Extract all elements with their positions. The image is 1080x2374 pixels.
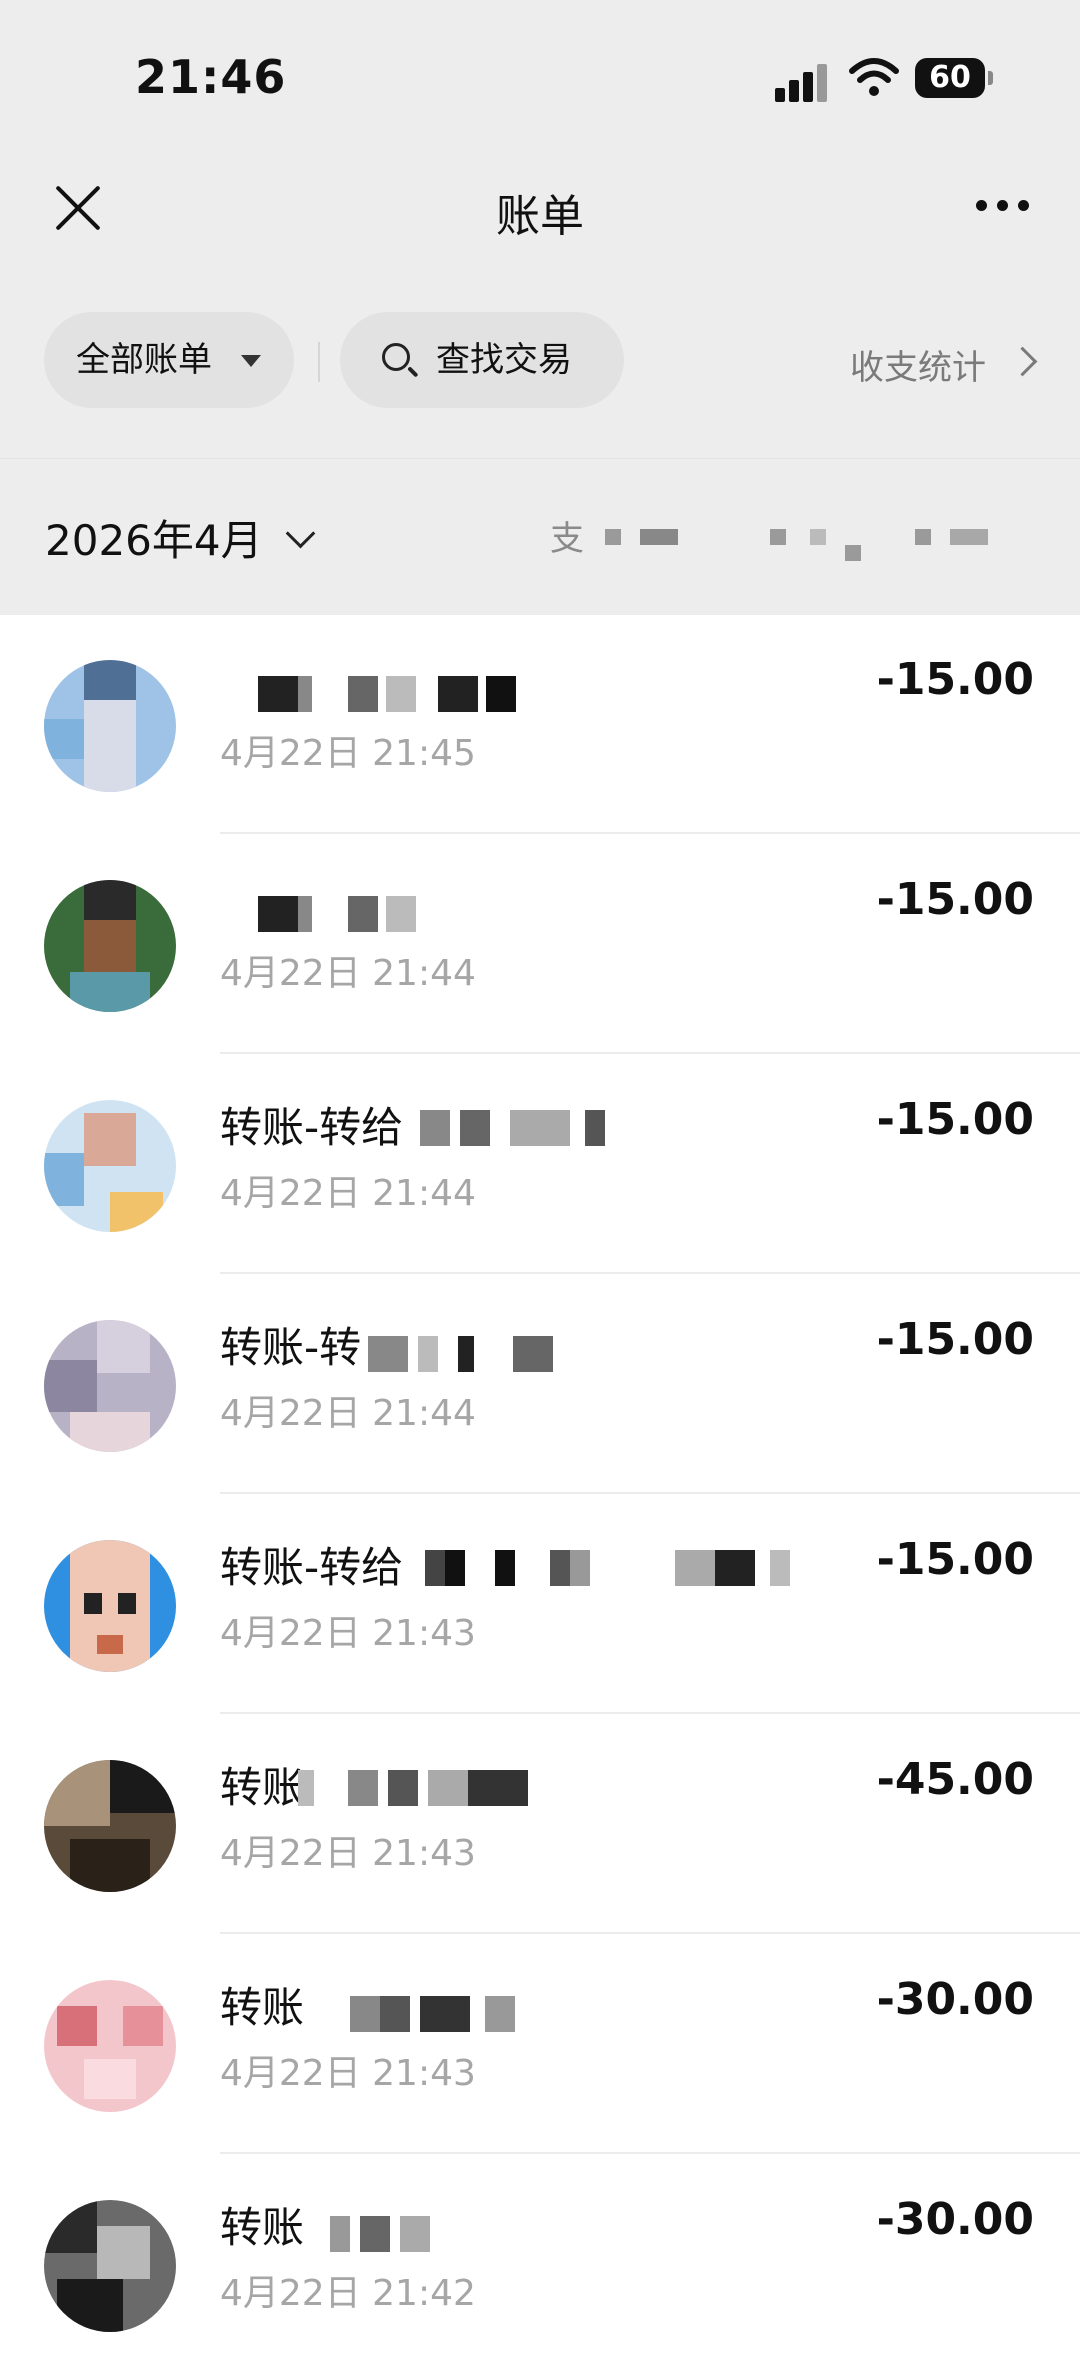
stats-link[interactable]: 收支统计: [850, 340, 986, 389]
chevron-right-icon: [1007, 346, 1038, 377]
search-icon: [382, 343, 410, 371]
transaction-amount: -15.00: [876, 654, 1034, 705]
transaction-row[interactable]: 转账 4月22日 21:42 -30.00: [0, 2154, 1080, 2374]
month-summary-label: 支: [550, 519, 584, 559]
chevron-down-icon[interactable]: [285, 518, 316, 549]
redacted-title: [420, 1110, 620, 1146]
transaction-time: 4月22日 21:44: [220, 1393, 476, 1434]
cellular-signal-icon: [775, 62, 833, 102]
transaction-amount: -15.00: [876, 1314, 1034, 1365]
transaction-title: 转账: [220, 1763, 305, 1812]
month-selector-row: 2026年4月 支: [0, 458, 1080, 615]
transaction-amount: -15.00: [876, 874, 1034, 925]
battery-indicator: 60: [915, 58, 993, 98]
redacted-title: [368, 1336, 568, 1372]
transaction-time: 4月22日 21:43: [220, 1613, 476, 1654]
redacted-summary: [770, 529, 786, 545]
transaction-title: 转账-转给: [220, 1103, 404, 1152]
avatar: [44, 1760, 176, 1892]
search-label: 查找交易: [436, 340, 572, 380]
redacted-title: [258, 676, 568, 712]
avatar: [44, 1100, 176, 1232]
month-selector[interactable]: 2026年4月: [45, 507, 263, 568]
transaction-time: 4月22日 21:43: [220, 1833, 476, 1874]
transaction-amount: -30.00: [876, 1974, 1034, 2025]
redacted-title: [258, 896, 438, 932]
caret-down-icon: [241, 355, 261, 367]
redacted-title: [425, 1550, 805, 1586]
transaction-amount: -15.00: [876, 1534, 1034, 1585]
divider: [318, 342, 320, 382]
transaction-time: 4月22日 21:43: [220, 2053, 476, 2094]
transaction-title: 转账: [220, 2203, 305, 2252]
avatar: [44, 660, 176, 792]
avatar: [44, 880, 176, 1012]
status-time: 21:46: [135, 50, 287, 104]
transaction-time: 4月22日 21:42: [220, 2273, 476, 2314]
wifi-icon: [849, 58, 899, 96]
transaction-row[interactable]: 转账-转给 4月22日 21:43 -15.00: [0, 1494, 1080, 1714]
transaction-amount: -30.00: [876, 2194, 1034, 2245]
redacted-title: [350, 1996, 540, 2032]
avatar: [44, 1320, 176, 1452]
avatar: [44, 2200, 176, 2332]
transaction-row[interactable]: 转账 4月22日 21:43 -45.00: [0, 1714, 1080, 1934]
more-icon[interactable]: [976, 200, 1030, 214]
transaction-row[interactable]: 转账-转 4月22日 21:44 -15.00: [0, 1274, 1080, 1494]
redacted-summary: [810, 529, 826, 545]
redacted-summary: [950, 529, 988, 545]
all-bills-filter[interactable]: 全部账单: [44, 312, 294, 408]
transaction-time: 4月22日 21:44: [220, 1173, 476, 1214]
redacted-title: [330, 2216, 470, 2252]
avatar: [44, 1540, 176, 1672]
transaction-time: 4月22日 21:45: [220, 733, 476, 774]
transaction-amount: -45.00: [876, 1754, 1034, 1805]
header-area: 21:46 60 账单 全部账单 查找交易 收支统计 2026年4月 支: [0, 0, 1080, 615]
search-transactions-button[interactable]: 查找交易: [340, 312, 624, 408]
all-bills-label: 全部账单: [76, 340, 212, 380]
transaction-time: 4月22日 21:44: [220, 953, 476, 994]
transaction-title: 转账: [220, 1983, 305, 2032]
transaction-row[interactable]: 4月22日 21:45 -15.00: [0, 614, 1080, 834]
transaction-title: 转账-转: [220, 1323, 362, 1372]
transaction-row[interactable]: 4月22日 21:44 -15.00: [0, 834, 1080, 1054]
transaction-title: 转账-转给: [220, 1543, 404, 1592]
redacted-summary: [605, 529, 621, 545]
transaction-row[interactable]: 转账-转给 4月22日 21:44 -15.00: [0, 1054, 1080, 1274]
transaction-row[interactable]: 转账 4月22日 21:43 -30.00: [0, 1934, 1080, 2154]
redacted-title: [298, 1770, 538, 1806]
redacted-summary: [915, 529, 931, 545]
redacted-summary: [845, 545, 861, 561]
avatar: [44, 1980, 176, 2112]
redacted-summary: [640, 529, 678, 545]
transaction-amount: -15.00: [876, 1094, 1034, 1145]
page-title: 账单: [496, 191, 584, 242]
